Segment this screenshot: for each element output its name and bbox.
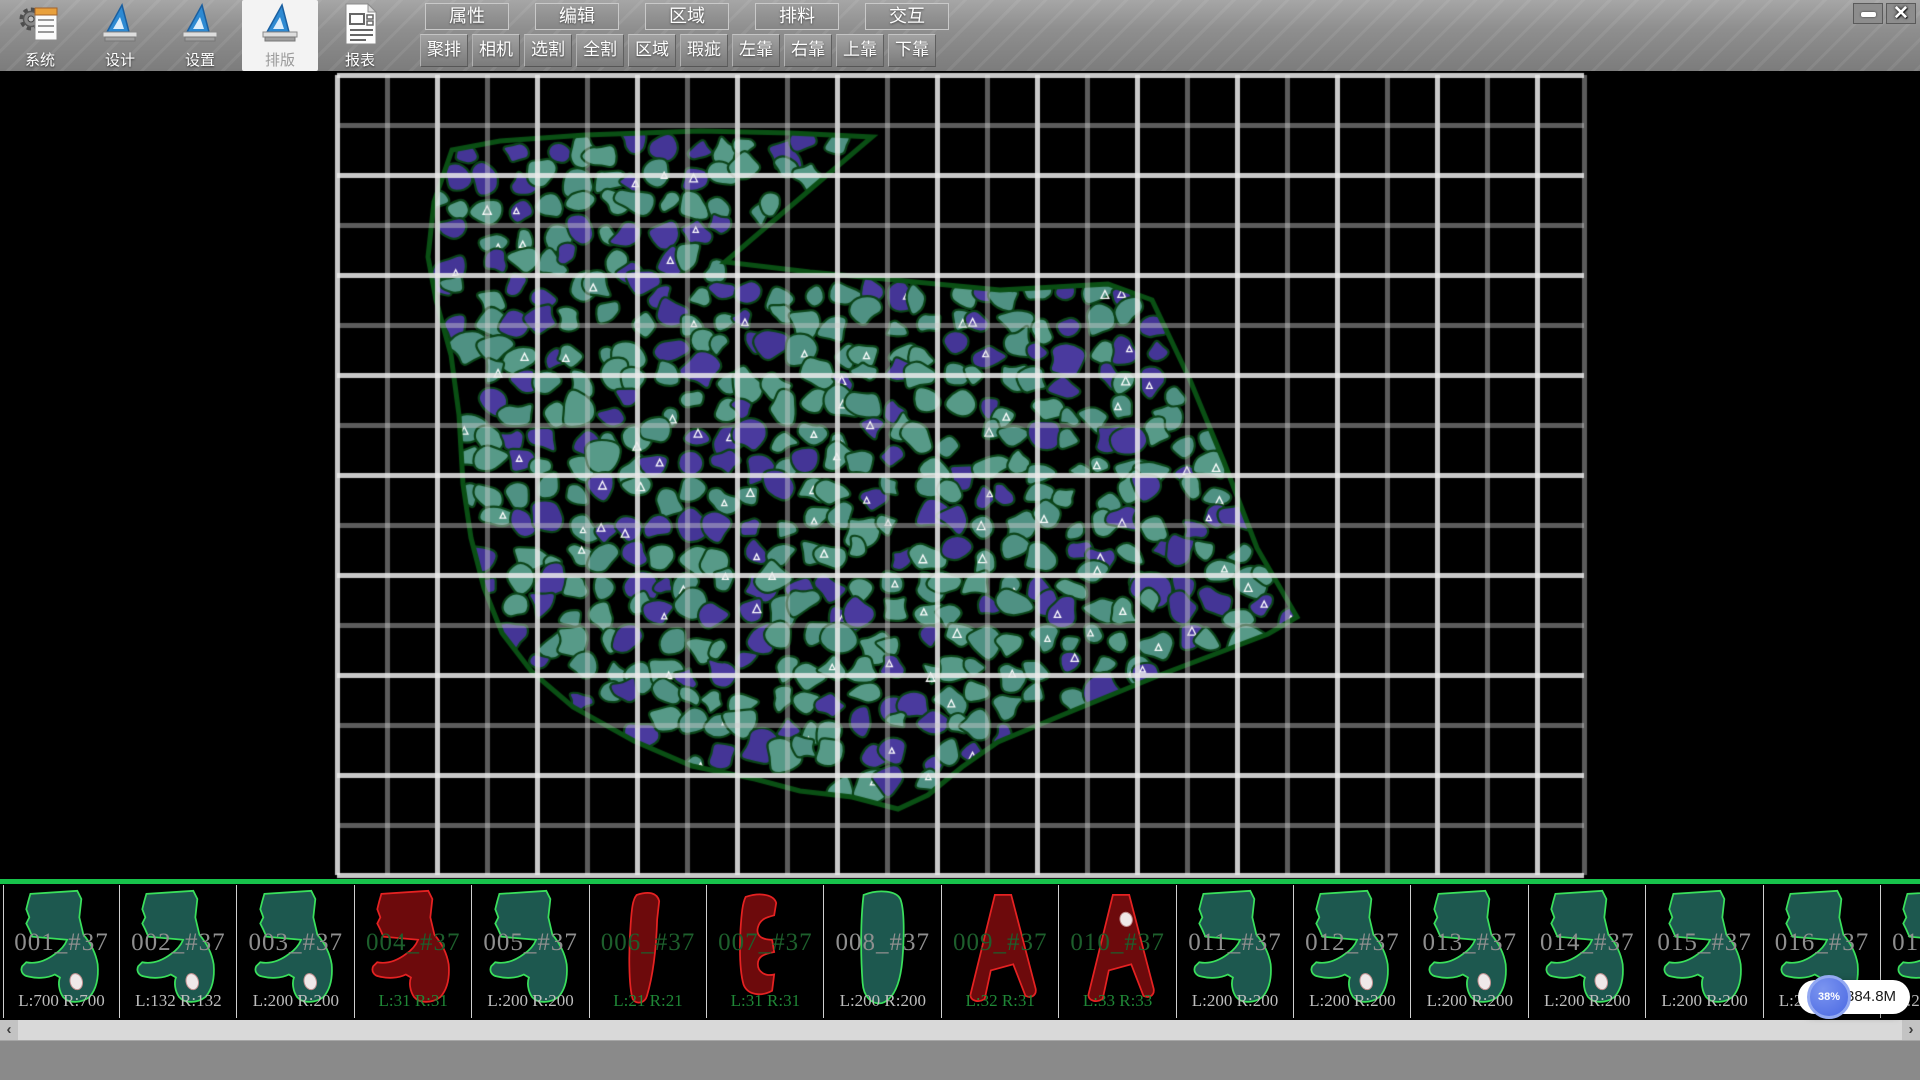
tool-camera[interactable]: 相机 [472, 34, 520, 67]
minimize-button[interactable] [1853, 3, 1883, 24]
piece-id: 016_#37 [1764, 929, 1880, 957]
piece-id: 005_#37 [473, 929, 589, 957]
piece-id: 013_#37 [1412, 929, 1528, 957]
piece-thumb-009_#37[interactable]: 009_#37 L:32 R:31 [942, 885, 1059, 1018]
scroll-left-arrow-icon[interactable]: ‹ [0, 1020, 18, 1040]
tool-defect[interactable]: 瑕疵 [680, 34, 728, 67]
triangle-ruler-icon [98, 2, 142, 46]
piece-lr-count: L:200 R:200 [1647, 991, 1763, 1011]
scrollbar-thumb[interactable] [18, 1020, 1902, 1040]
piece-lr-count: L:33 R:33 [1060, 991, 1176, 1011]
nav-report[interactable]: 报表 [322, 0, 398, 71]
nav-design-label: 设计 [82, 49, 158, 70]
nav-settings[interactable]: 设置 [162, 0, 238, 71]
piece-thumb-015_#37[interactable]: 015_#37 L:200 R:200 [1647, 885, 1764, 1018]
piece-thumb-012_#37[interactable]: 012_#37 L:200 R:200 [1294, 885, 1411, 1018]
piece-thumb-002_#37[interactable]: 002_#37 L:132 R:132 [120, 885, 237, 1018]
piece-thumb-008_#37[interactable]: 008_#37 L:200 R:200 [825, 885, 942, 1018]
nav-design[interactable]: 设计 [82, 0, 158, 71]
minimize-icon [1861, 12, 1876, 17]
gear-document-icon [18, 2, 62, 46]
nav-system[interactable]: 系统 [2, 0, 78, 71]
progress-percent-badge[interactable]: 38% [1807, 975, 1851, 1019]
main-nav: 系统 设计 设置 [2, 0, 402, 71]
piece-lr-count: L:31 R:31 [707, 991, 823, 1011]
piece-lr-count: L:132 R:132 [120, 991, 236, 1011]
piece-id: 008_#37 [825, 929, 941, 957]
nesting-canvas[interactable] [0, 71, 1920, 879]
piece-thumb-011_#37[interactable]: 011_#37 L:200 R:200 [1177, 885, 1294, 1018]
tool-cut-selected[interactable]: 选割 [524, 34, 572, 67]
nav-system-label: 系统 [2, 49, 78, 70]
close-button[interactable]: ✕ [1886, 3, 1916, 24]
piece-lr-count: L:200 R:200 [1412, 991, 1528, 1011]
piece-thumb-010_#37[interactable]: 010_#37 L:33 R:33 [1060, 885, 1177, 1018]
piece-thumb-014_#37[interactable]: 014_#37 L:200 R:200 [1529, 885, 1646, 1018]
top-toolbar: 系统 设计 设置 [0, 0, 1920, 71]
piece-lr-count: L:200 R:200 [1294, 991, 1410, 1011]
piece-thumb-001_#37[interactable]: 001_#37 L:700 R:700 [3, 885, 120, 1018]
tab-region[interactable]: 区域 [645, 3, 729, 30]
piece-id: 002_#37 [120, 929, 236, 957]
triangle-ruler-icon [178, 2, 222, 46]
nav-layout-label: 排版 [242, 49, 318, 70]
tool-align-top[interactable]: 上靠 [836, 34, 884, 67]
tab-properties[interactable]: 属性 [425, 3, 509, 30]
piece-lr-count: L:21 R:21 [590, 991, 706, 1011]
piece-id: 017_#37 [1881, 929, 1920, 957]
tool-cluster-nest[interactable]: 聚排 [420, 34, 468, 67]
tool-cut-all[interactable]: 全割 [576, 34, 624, 67]
piece-id: 014_#37 [1529, 929, 1645, 957]
piece-id: 001_#37 [4, 929, 119, 957]
piece-lr-count: L:32 R:31 [942, 991, 1058, 1011]
piece-lr-count: L:31 R:31 [355, 991, 471, 1011]
nav-settings-label: 设置 [162, 49, 238, 70]
piece-thumb-007_#37[interactable]: 007_#37 L:31 R:31 [707, 885, 824, 1018]
status-bar [0, 1040, 1920, 1080]
report-document-icon [338, 2, 382, 46]
menu-tabs: 属性 编辑 区域 排料 交互 [425, 3, 975, 30]
piece-lr-count: L:200 R:200 [825, 991, 941, 1011]
piece-id: 010_#37 [1060, 929, 1176, 957]
triangle-ruler-icon [258, 2, 302, 46]
piece-id: 011_#37 [1177, 929, 1293, 957]
nav-layout-active[interactable]: 排版 [242, 0, 318, 71]
pieces-strip: 001_#37L:700 R:700002_#37L:132 R:132003_… [0, 879, 1920, 1020]
piece-thumb-013_#37[interactable]: 013_#37 L:200 R:200 [1412, 885, 1529, 1018]
piece-thumbnails: 001_#37L:700 R:700002_#37L:132 R:132003_… [0, 879, 1920, 1020]
piece-id: 004_#37 [355, 929, 471, 957]
piece-id: 006_#37 [590, 929, 706, 957]
piece-lr-count: L:200 R:200 [473, 991, 589, 1011]
nesting-workspace [0, 71, 1920, 879]
piece-lr-count: L:700 R:700 [4, 991, 119, 1011]
tab-edit[interactable]: 编辑 [535, 3, 619, 30]
tab-interaction[interactable]: 交互 [865, 3, 949, 30]
piece-lr-count: L:200 R:200 [1529, 991, 1645, 1011]
scroll-right-arrow-icon[interactable]: › [1902, 1020, 1920, 1040]
tab-nesting[interactable]: 排料 [755, 3, 839, 30]
piece-id: 012_#37 [1294, 929, 1410, 957]
piece-lr-count: L:200 R:200 [238, 991, 354, 1011]
tool-align-right[interactable]: 右靠 [784, 34, 832, 67]
piece-thumb-004_#37[interactable]: 004_#37 L:31 R:31 [355, 885, 472, 1018]
piece-lr-count: L:200 R:200 [1177, 991, 1293, 1011]
window-controls: ✕ [1850, 3, 1916, 24]
piece-thumb-003_#37[interactable]: 003_#37 L:200 R:200 [238, 885, 355, 1018]
tool-align-left[interactable]: 左靠 [732, 34, 780, 67]
tool-buttons: 聚排 相机 选割 全割 区域 瑕疵 左靠 右靠 上靠 下靠 [420, 34, 940, 67]
piece-id: 007_#37 [707, 929, 823, 957]
piece-thumb-006_#37[interactable]: 006_#37 L:21 R:21 [590, 885, 707, 1018]
tool-region[interactable]: 区域 [628, 34, 676, 67]
horizontal-scrollbar[interactable]: ‹ › [0, 1020, 1920, 1040]
tool-align-bottom[interactable]: 下靠 [888, 34, 936, 67]
piece-id: 015_#37 [1647, 929, 1763, 957]
piece-thumb-005_#37[interactable]: 005_#37 L:200 R:200 [473, 885, 590, 1018]
nav-report-label: 报表 [322, 49, 398, 70]
piece-id: 009_#37 [942, 929, 1058, 957]
piece-id: 003_#37 [238, 929, 354, 957]
